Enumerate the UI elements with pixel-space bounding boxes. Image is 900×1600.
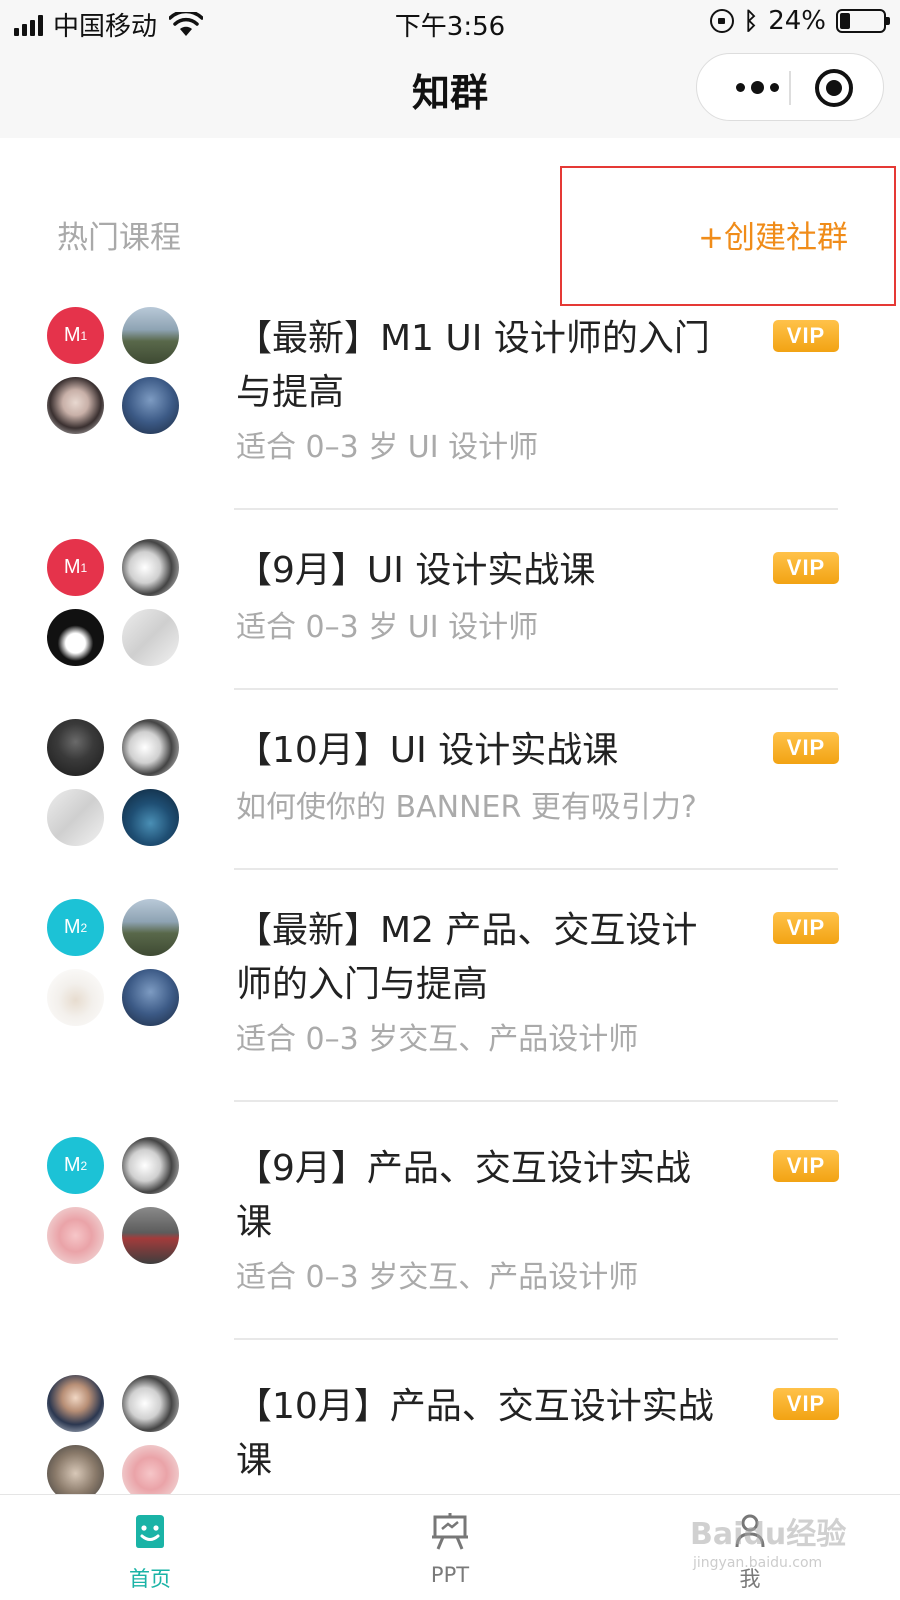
course-title: 【10月】UI 设计实战课 (236, 730, 619, 771)
rotation-lock-icon (709, 9, 734, 33)
course-subtitle: 适合 0–3 岁交互、产品设计师 (236, 1022, 639, 1057)
divider (234, 508, 838, 510)
avatar (47, 789, 104, 846)
avatar-group: M1 (47, 307, 179, 435)
divider (234, 868, 838, 870)
avatar (47, 719, 104, 776)
avatar (47, 1375, 104, 1432)
ppt-easel-icon (432, 1513, 468, 1550)
avatar (122, 719, 179, 776)
course-subtitle: 适合 0–3 岁 UI 设计师 (236, 610, 539, 645)
divider (234, 1338, 838, 1340)
section-title: 热门课程 (57, 220, 181, 256)
avatar (47, 609, 104, 666)
battery-icon (836, 9, 890, 33)
battery-percent: 24% (768, 6, 826, 36)
avatar (122, 1445, 179, 1498)
course-subtitle: 适合 0–3 岁 UI 设计师 (236, 430, 539, 465)
vip-badge: VIP (773, 552, 839, 584)
course-title: 【最新】M1 UI 设计师的入门与提高 (236, 318, 710, 413)
avatar-group (47, 719, 179, 847)
capsule-divider (789, 71, 791, 105)
course-title: 【9月】UI 设计实战课 (236, 550, 596, 591)
battery-fill (840, 13, 850, 29)
avatar (47, 377, 104, 434)
course-title: 【最新】M2 产品、交互设计师的入门与提高 (236, 910, 698, 1005)
tab-ppt[interactable]: PPT (390, 1495, 510, 1600)
close-target-icon[interactable] (815, 69, 853, 107)
m2-avatar: M2 (47, 1137, 104, 1194)
avatar (122, 789, 179, 846)
vip-badge: VIP (773, 912, 839, 944)
tab-home[interactable]: 首页 (90, 1495, 210, 1600)
tab-ppt-label: PPT (430, 1563, 470, 1587)
top-bar: 中国移动 下午3:56 ᛒ 24% 知群 (0, 0, 900, 138)
avatar (122, 1375, 179, 1432)
course-subtitle: 如何使你的 BANNER 更有吸引力? (236, 790, 697, 825)
divider (234, 688, 838, 690)
avatar-group: M2 (47, 1137, 179, 1265)
status-bar: 中国移动 下午3:56 ᛒ 24% (0, 0, 900, 46)
tab-home-label: 首页 (129, 1567, 171, 1591)
avatar (47, 1445, 104, 1498)
mini-program-capsule (696, 53, 884, 121)
avatar (122, 969, 179, 1026)
bluetooth-icon: ᛒ (743, 7, 759, 35)
avatar-group (47, 1375, 179, 1498)
avatar (122, 539, 179, 596)
avatar-group: M1 (47, 539, 179, 667)
tab-bar: 首页 PPT 我 Baidu经验 jingyan.baidu.com (0, 1494, 900, 1600)
m2-avatar: M2 (47, 899, 104, 956)
create-community-button[interactable]: +创建社群 (698, 212, 848, 257)
list-item[interactable]: M2 【9月】产品、交互设计实战课 适合 0–3 岁交互、产品设计师 VIP (0, 1130, 900, 1364)
avatar (122, 1207, 179, 1264)
watermark-url: jingyan.baidu.com (693, 1555, 823, 1571)
vip-badge: VIP (773, 732, 839, 764)
list-item[interactable]: M1 【9月】UI 设计实战课 适合 0–3 岁 UI 设计师 VIP (0, 532, 900, 712)
avatar (122, 377, 179, 434)
more-icon[interactable] (725, 54, 789, 120)
avatar (122, 609, 179, 666)
vip-badge: VIP (773, 320, 839, 352)
vip-badge: VIP (773, 1388, 839, 1420)
list-item[interactable]: M1 【最新】M1 UI 设计师的入门与提高 适合 0–3 岁 UI 设计师 V… (0, 300, 900, 510)
home-face-icon (136, 1515, 164, 1548)
m1-avatar: M1 (47, 307, 104, 364)
avatar (47, 969, 104, 1026)
watermark-logo: Baidu经验 (690, 1517, 847, 1552)
list-item[interactable]: M2 【最新】M2 产品、交互设计师的入门与提高 适合 0–3 岁交互、产品设计… (0, 892, 900, 1126)
avatar (122, 307, 179, 364)
avatar (122, 1137, 179, 1194)
m1-avatar: M1 (47, 539, 104, 596)
avatar (122, 899, 179, 956)
course-subtitle: 适合 0–3 岁交互、产品设计师 (236, 1260, 639, 1295)
divider (234, 1100, 838, 1102)
avatar (47, 1207, 104, 1264)
vip-badge: VIP (773, 1150, 839, 1182)
list-item[interactable]: 【10月】产品、交互设计实战课 VIP (0, 1368, 900, 1498)
avatar-group: M2 (47, 899, 179, 1027)
course-title: 【9月】产品、交互设计实战课 (236, 1148, 691, 1243)
course-title: 【10月】产品、交互设计实战课 (236, 1386, 714, 1481)
list-item[interactable]: 【10月】UI 设计实战课 如何使你的 BANNER 更有吸引力? VIP (0, 712, 900, 892)
